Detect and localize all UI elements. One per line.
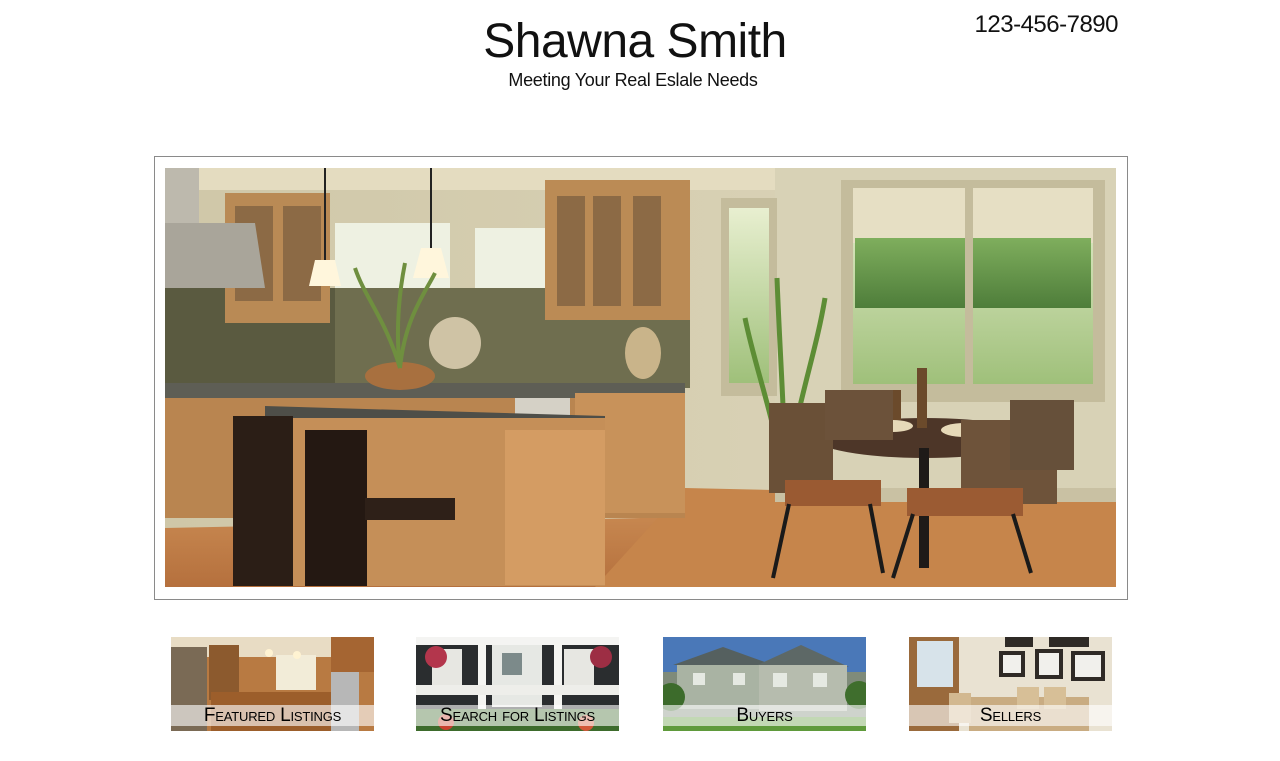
site-header: Shawna Smith Meeting Your Real Eslale Ne… (0, 0, 1280, 140)
search-listings-tile[interactable]: Search for Listings (416, 637, 619, 731)
search-listings-label[interactable]: Search for Listings (416, 705, 619, 726)
featured-listings-tile[interactable]: Featured Listings (171, 637, 374, 731)
hero-banner (154, 156, 1128, 600)
featured-listings-label[interactable]: Featured Listings (171, 705, 374, 726)
sellers-tile[interactable]: Sellers (909, 637, 1112, 731)
kitchen-dining-room-photo (165, 168, 1116, 587)
sellers-label[interactable]: Sellers (909, 705, 1112, 726)
buyers-label[interactable]: Buyers (663, 705, 866, 726)
phone-number[interactable]: 123-456-7890 (960, 10, 1119, 40)
buyers-tile[interactable]: Buyers (663, 637, 866, 731)
site-tagline: Meeting Your Real Eslale Needs (508, 70, 758, 90)
feature-tiles: Featured Listings Search for Listings Bu… (0, 637, 1280, 731)
